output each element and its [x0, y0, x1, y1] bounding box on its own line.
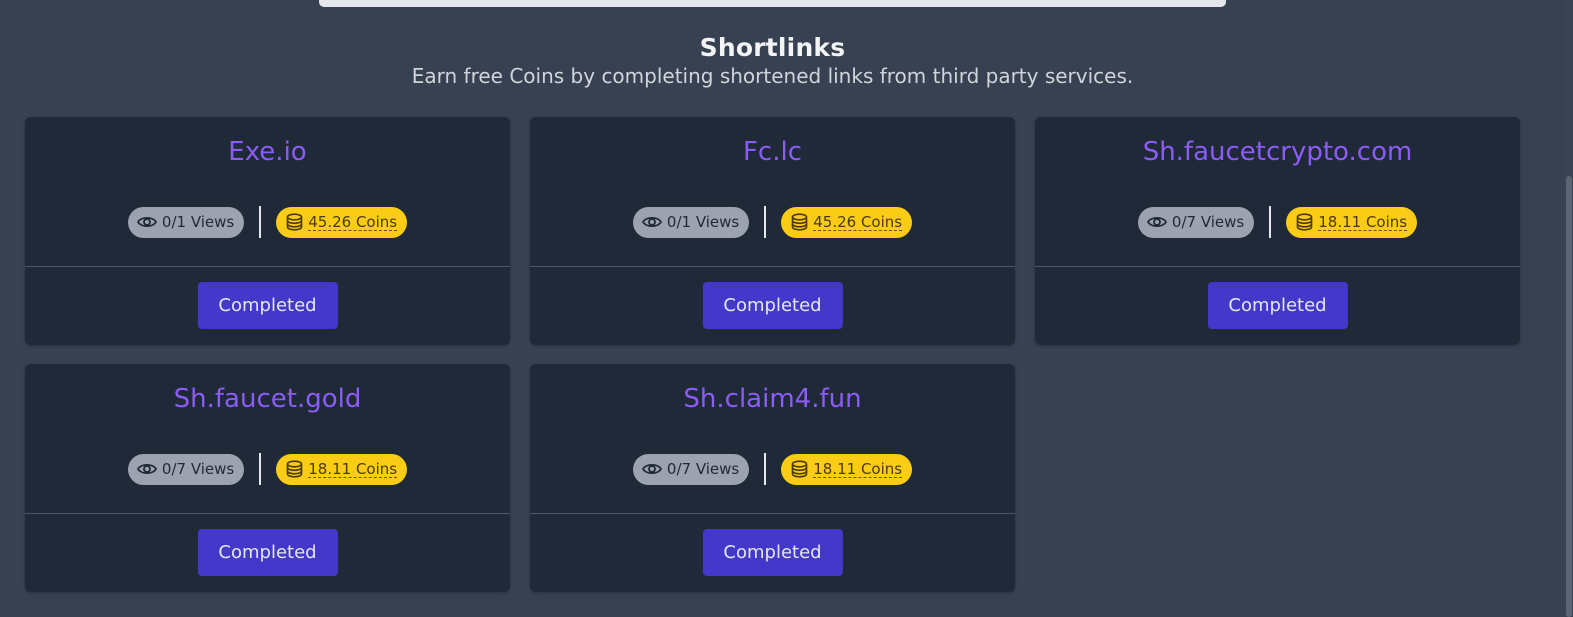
eye-icon [641, 463, 662, 475]
card-badges: 0/7 Views 18.11 Coins [25, 453, 510, 485]
completed-button[interactable]: Completed [702, 282, 843, 329]
coins-amount: 18.11 Coins [308, 459, 398, 478]
shortlink-card: Sh.faucet.gold 0/7 Views 18.11 Coins Com… [25, 364, 510, 592]
views-count: 0/1 Views [161, 213, 235, 231]
eye-icon [641, 216, 662, 228]
views-badge: 0/7 Views [632, 453, 750, 485]
shortlink-name: Exe.io [228, 137, 307, 167]
badge-separator [764, 453, 767, 485]
coins-badge: 45.26 Coins [276, 206, 408, 238]
shortlink-name: Sh.faucetcrypto.com [1142, 137, 1413, 167]
card-badges: 0/1 Views 45.26 Coins [25, 206, 510, 238]
coins-icon [286, 460, 303, 478]
card-divider [530, 513, 1015, 514]
shortlink-card: Exe.io 0/1 Views 45.26 Coins Completed [25, 117, 510, 345]
views-count: 0/7 Views [1171, 213, 1245, 231]
coins-icon [791, 460, 808, 478]
coins-amount: 45.26 Coins [308, 212, 398, 231]
shortlink-card: Sh.claim4.fun 0/7 Views 18.11 Coins Comp… [530, 364, 1015, 592]
completed-button[interactable]: Completed [197, 282, 338, 329]
completed-button[interactable]: Completed [197, 529, 338, 576]
eye-icon [136, 216, 157, 228]
card-divider [1035, 266, 1520, 267]
page-title: Shortlinks [699, 33, 846, 62]
card-badges: 0/1 Views 45.26 Coins [530, 206, 1015, 238]
coins-badge: 18.11 Coins [1286, 206, 1418, 238]
coins-icon [791, 213, 808, 231]
scrollbar-thumb[interactable] [1566, 176, 1572, 617]
views-count: 0/7 Views [161, 460, 235, 478]
card-divider [25, 513, 510, 514]
card-badges: 0/7 Views 18.11 Coins [530, 453, 1015, 485]
completed-button[interactable]: Completed [702, 529, 843, 576]
shortlink-name: Fc.lc [742, 137, 803, 167]
coins-icon [1296, 213, 1313, 231]
views-count: 0/7 Views [666, 460, 740, 478]
coins-amount: 18.11 Coins [813, 459, 903, 478]
views-badge: 0/7 Views [1137, 206, 1255, 238]
top-panel-edge [319, 0, 1226, 7]
shortlink-name: Sh.claim4.fun [683, 384, 862, 414]
eye-icon [1146, 216, 1167, 228]
views-badge: 0/7 Views [127, 453, 245, 485]
views-badge: 0/1 Views [632, 206, 750, 238]
shortlink-card: Fc.lc 0/1 Views 45.26 Coins Completed [530, 117, 1015, 345]
card-divider [25, 266, 510, 267]
scrollbar[interactable] [1564, 0, 1573, 617]
badge-separator [259, 453, 262, 485]
coins-amount: 18.11 Coins [1318, 212, 1408, 231]
badge-separator [259, 206, 262, 238]
coins-amount: 45.26 Coins [813, 212, 903, 231]
shortlink-card: Sh.faucetcrypto.com 0/7 Views 18.11 Coin… [1035, 117, 1520, 345]
shortlink-name: Sh.faucet.gold [173, 384, 362, 414]
completed-button[interactable]: Completed [1207, 282, 1348, 329]
views-count: 0/1 Views [666, 213, 740, 231]
eye-icon [136, 463, 157, 475]
badge-separator [764, 206, 767, 238]
coins-badge: 18.11 Coins [781, 453, 913, 485]
coins-badge: 18.11 Coins [276, 453, 408, 485]
card-divider [530, 266, 1015, 267]
coins-icon [286, 213, 303, 231]
page-subtitle: Earn free Coins by completing shortened … [411, 64, 1134, 88]
coins-badge: 45.26 Coins [781, 206, 913, 238]
badge-separator [1269, 206, 1272, 238]
views-badge: 0/1 Views [127, 206, 245, 238]
card-badges: 0/7 Views 18.11 Coins [1035, 206, 1520, 238]
